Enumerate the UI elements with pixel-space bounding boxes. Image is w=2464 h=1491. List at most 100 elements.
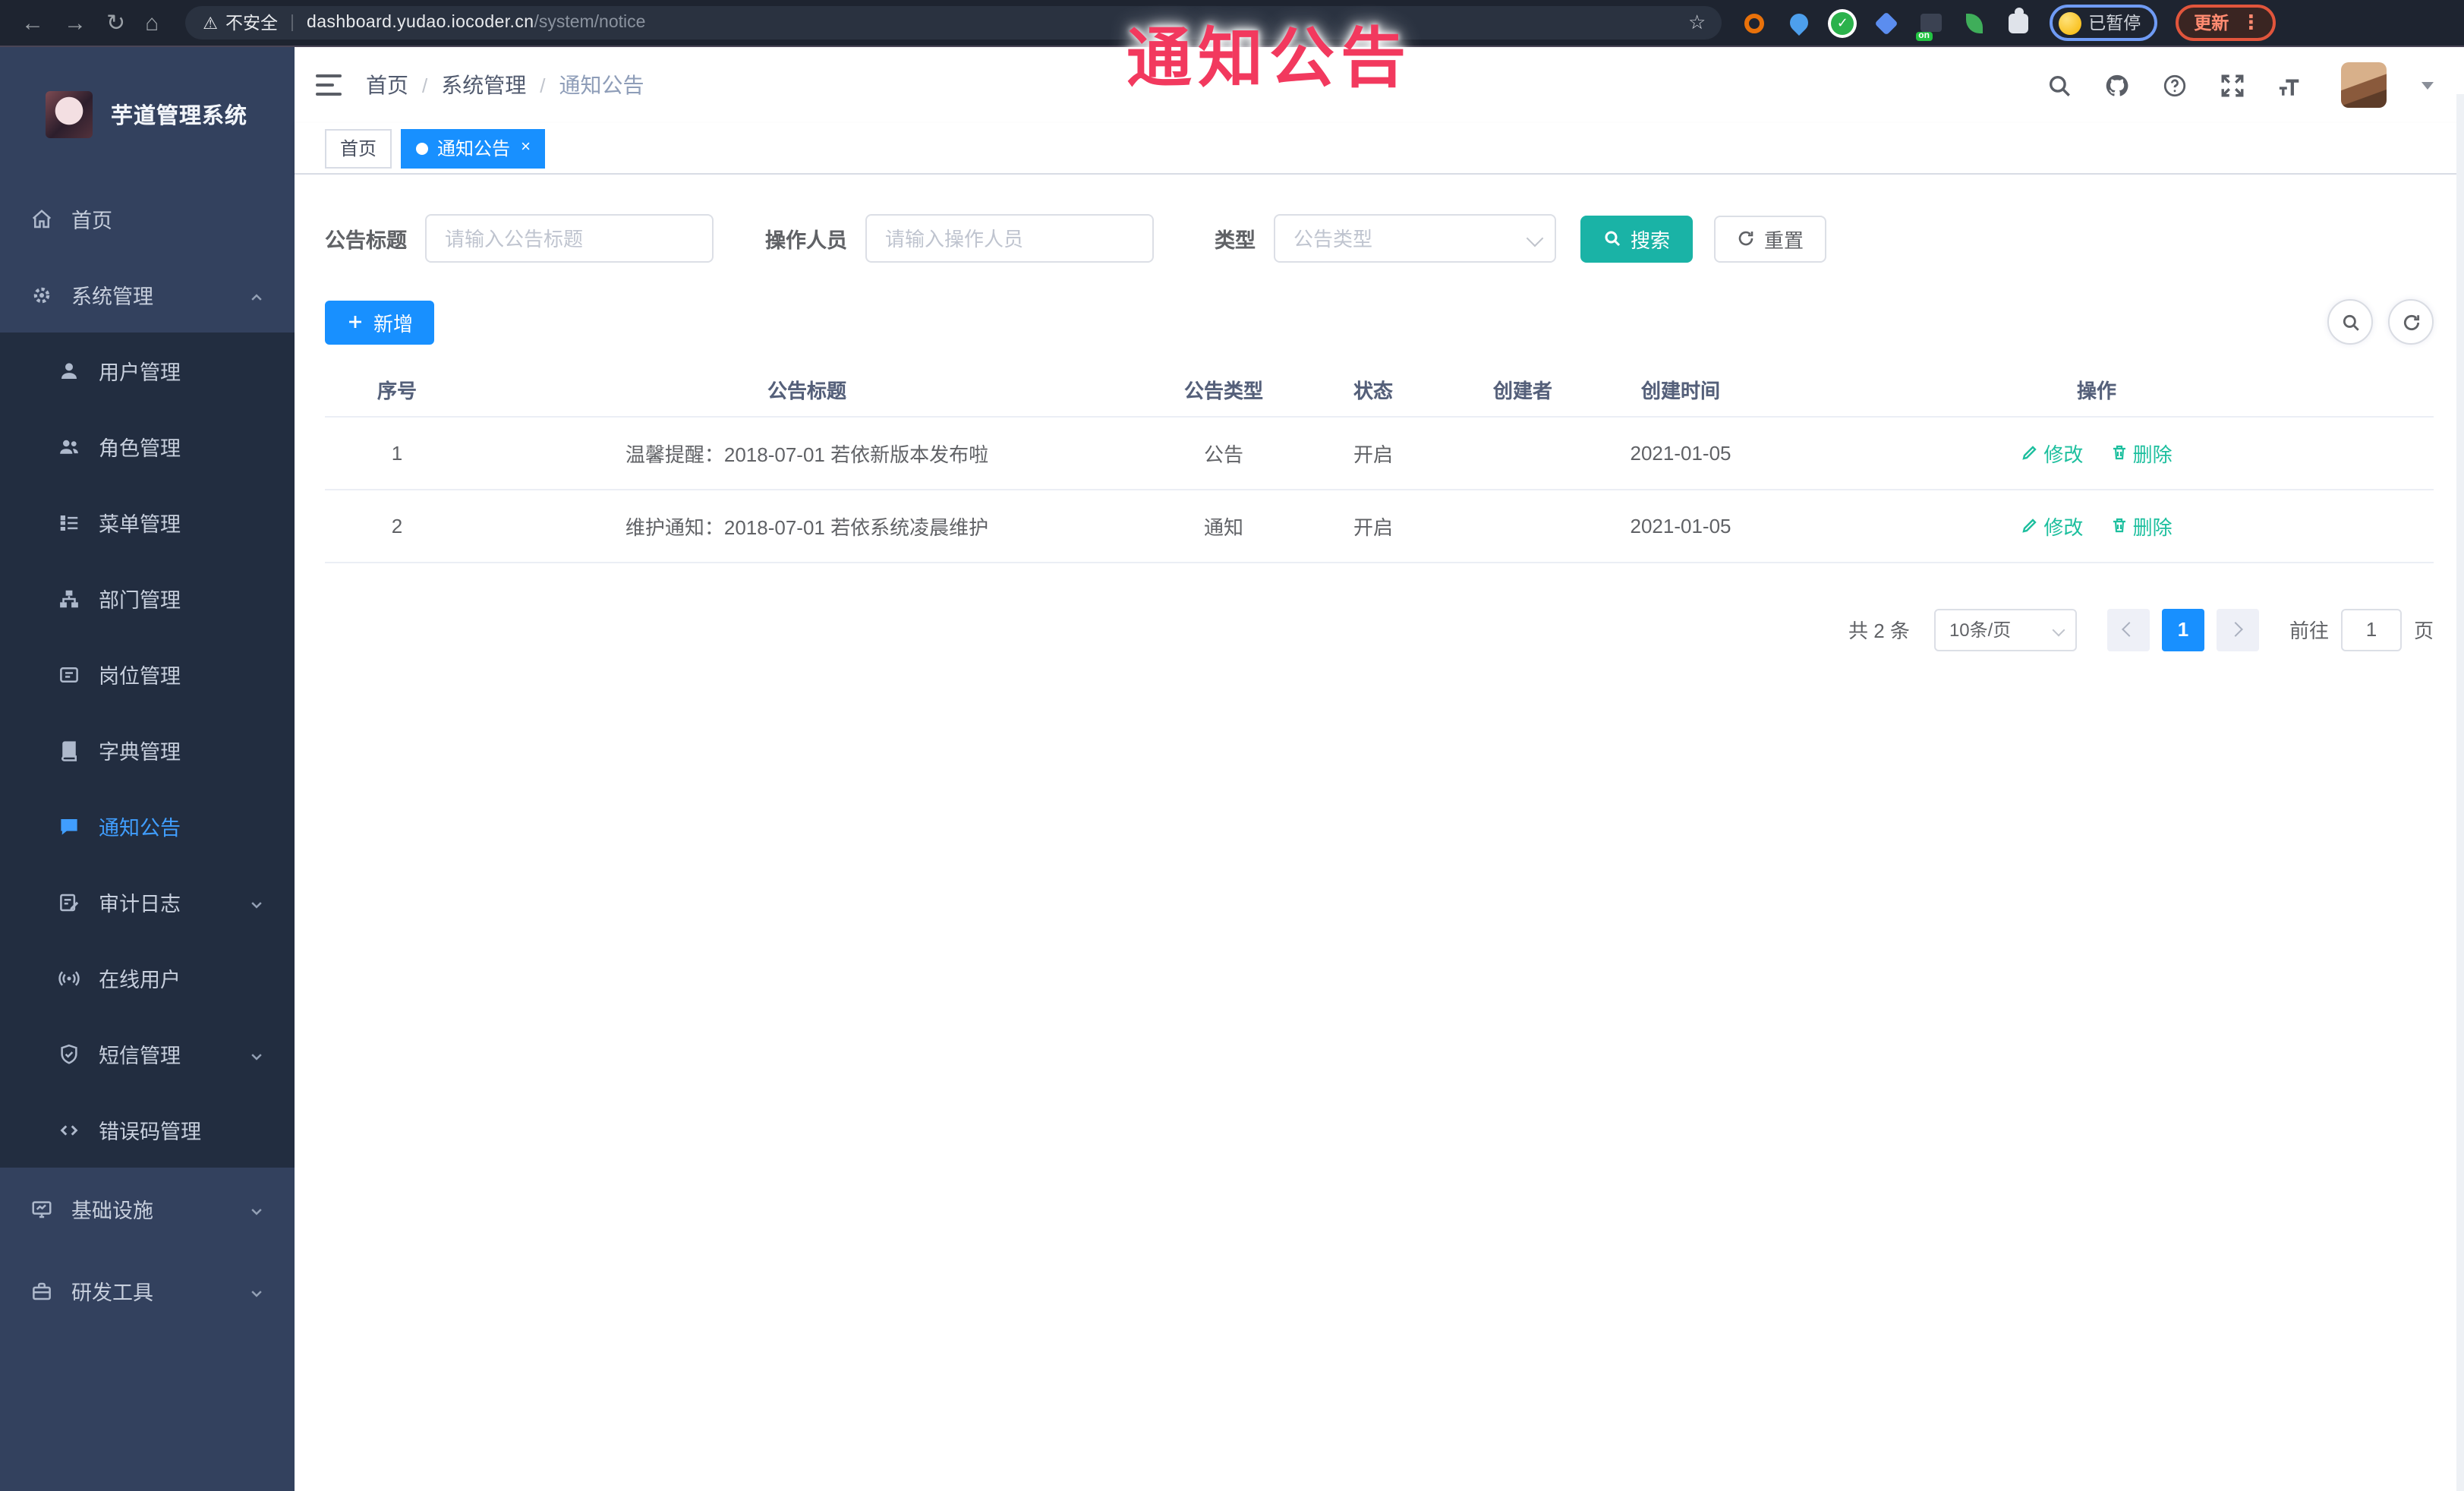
current-page-button[interactable]: 1 <box>2161 608 2204 651</box>
edit-link[interactable]: 修改 <box>2021 438 2083 467</box>
sidebar-item-home[interactable]: 首页 <box>0 181 295 257</box>
extension-gem-icon[interactable] <box>1874 11 1898 35</box>
sidebar-logo-row[interactable]: 芋道管理系统 <box>0 47 295 181</box>
table-row[interactable]: 1 温馨提醒：2018-07-01 若依新版本发布啦 公告 开启 2021-01… <box>325 416 2434 490</box>
sidebar-item-people[interactable]: 角色管理 <box>0 408 295 484</box>
sidebar-item-tool[interactable]: 研发工具 <box>0 1250 295 1332</box>
fullscreen-icon[interactable] <box>2220 72 2245 98</box>
extension-row: ✓ on <box>1742 10 2031 41</box>
cell-type: 通知 <box>1145 489 1303 563</box>
title-filter-label: 公告标题 <box>325 229 407 252</box>
sidebar-item-user[interactable]: 用户管理 <box>0 333 295 408</box>
screenshot-root: 通知公告 ← → ↻ ⌂ ⚠ 不安全 | dashboard.yudao.ioc… <box>0 0 2464 1491</box>
search-icon <box>2342 314 2358 330</box>
plus-icon <box>349 316 361 328</box>
next-page-button[interactable] <box>2216 608 2259 651</box>
scrollbar-track[interactable] <box>2456 94 2464 1491</box>
browser-menu-icon[interactable]: ⋮ <box>2241 11 2261 35</box>
sidebar: 芋道管理系统 首页 系统管理 用户管理 角色管理 菜单管理 部门管理 岗位管理 … <box>0 47 295 1491</box>
fold-sidebar-icon[interactable] <box>316 74 342 96</box>
operator-filter-input[interactable] <box>865 214 1154 263</box>
refresh-table-button[interactable] <box>2388 299 2434 345</box>
url-path: /system/notice <box>534 14 646 32</box>
browser-reload-icon[interactable]: ↻ <box>106 11 125 34</box>
extension-disc-icon[interactable]: ✓ <box>1830 11 1854 35</box>
profile-emoji-icon <box>2058 11 2081 34</box>
browser-forward-icon[interactable]: → <box>64 11 87 34</box>
add-button[interactable]: 新增 <box>325 300 435 344</box>
browser-back-icon[interactable]: ← <box>21 11 44 34</box>
type-filter-select-input[interactable] <box>1274 214 1556 263</box>
delete-link[interactable]: 删除 <box>2110 438 2173 467</box>
goto-page-input[interactable] <box>2340 608 2402 651</box>
type-filter-select[interactable] <box>1274 214 1556 263</box>
post-icon <box>58 663 80 686</box>
cell-title: 温馨提醒：2018-07-01 若依新版本发布啦 <box>469 416 1145 490</box>
close-icon[interactable]: × <box>521 139 531 156</box>
page-jumper: 前往 页 <box>2289 608 2434 651</box>
pagination: 共 2 条 10条/页 1 前往 页 <box>325 608 2434 651</box>
extension-leaf-icon[interactable] <box>1962 11 1987 35</box>
extension-puzzle-icon[interactable] <box>2006 11 2031 35</box>
breadcrumb-item[interactable]: 系统管理 <box>441 70 526 100</box>
security-warning-label[interactable]: 不安全 <box>225 11 278 35</box>
extension-pin-icon[interactable] <box>1785 10 1812 36</box>
sidebar-item-gear[interactable]: 系统管理 <box>0 257 295 333</box>
avatar-caret-icon[interactable] <box>2421 81 2434 89</box>
table-header-cell: 创建时间 <box>1602 364 1760 417</box>
table-row[interactable]: 2 维护通知：2018-07-01 若依系统凌晨维护 通知 开启 2021-01… <box>325 489 2434 563</box>
extension-ring-icon[interactable] <box>1742 11 1766 35</box>
bookmark-star-icon[interactable]: ☆ <box>1688 11 1706 35</box>
tags-view-bar: 首页 × 通知公告 × <box>295 123 2464 175</box>
table-header-cell: 公告类型 <box>1145 364 1303 417</box>
table-header-cell: 公告标题 <box>469 364 1145 417</box>
browser-home-icon[interactable]: ⌂ <box>145 11 159 34</box>
pagination-total: 共 2 条 <box>1848 619 1910 642</box>
sidebar-item-dept[interactable]: 部门管理 <box>0 560 295 636</box>
edit-link[interactable]: 修改 <box>2021 511 2083 540</box>
sidebar-item-log[interactable]: 审计日志 <box>0 864 295 940</box>
sidebar-item-monitor[interactable]: 基础设施 <box>0 1168 295 1250</box>
people-icon <box>58 435 80 458</box>
home-icon <box>30 207 53 230</box>
cell-actions: 修改 删除 <box>1760 489 2434 563</box>
online-icon <box>58 966 80 989</box>
tab-active[interactable]: 通知公告 × <box>401 128 546 168</box>
address-bar[interactable]: ⚠ 不安全 | dashboard.yudao.iocoder.cn /syst… <box>184 6 1722 39</box>
github-icon[interactable] <box>2104 72 2130 98</box>
sidebar-item-online[interactable]: 在线用户 <box>0 940 295 1016</box>
sidebar-item-post[interactable]: 岗位管理 <box>0 636 295 712</box>
tab-inactive[interactable]: 首页 × <box>325 128 392 168</box>
delete-link[interactable]: 删除 <box>2110 511 2173 540</box>
breadcrumb-item[interactable]: 首页 <box>366 70 408 100</box>
search-button[interactable]: 搜索 <box>1580 215 1694 262</box>
notice-table: 序号 公告标题 公告类型 状态 创建者 创建时间 操作 1 温馨提醒：2018-07-01 … <box>325 364 2434 563</box>
sidebar-item-message[interactable]: 通知公告 <box>0 788 295 864</box>
title-filter-input[interactable] <box>425 214 714 263</box>
reset-button[interactable]: 重置 <box>1714 215 1827 262</box>
extension-badge-icon[interactable]: on <box>1915 11 1943 41</box>
help-icon[interactable] <box>2162 72 2188 98</box>
menu-icon <box>58 511 80 534</box>
chevron-down-icon <box>249 1201 264 1216</box>
prev-page-button[interactable] <box>2106 608 2150 651</box>
trash-icon <box>2113 518 2125 533</box>
profile-paused-chip[interactable]: 已暂停 <box>2049 5 2158 41</box>
table-header-cell: 状态 <box>1303 364 1444 417</box>
sidebar-item-code[interactable]: 错误码管理 <box>0 1092 295 1168</box>
sidebar-item-dict[interactable]: 字典管理 <box>0 712 295 788</box>
browser-update-chip[interactable]: 更新 ⋮ <box>2176 5 2277 41</box>
cell-status: 开启 <box>1303 416 1444 490</box>
page-size-select[interactable]: 10条/页 <box>1933 608 2077 651</box>
toggle-search-button[interactable] <box>2327 299 2373 345</box>
sidebar-item-sms[interactable]: 短信管理 <box>0 1016 295 1092</box>
cell-create-time: 2021-01-05 <box>1602 416 1760 490</box>
user-avatar[interactable] <box>2341 62 2387 108</box>
chevron-down-icon <box>249 894 264 909</box>
search-icon[interactable] <box>2047 72 2072 98</box>
sidebar-item-menu[interactable]: 菜单管理 <box>0 484 295 560</box>
cell-create-time: 2021-01-05 <box>1602 489 1760 563</box>
navbar-right <box>2047 62 2434 108</box>
font-size-icon[interactable] <box>2277 72 2303 98</box>
type-filter-label: 类型 <box>1215 229 1256 252</box>
